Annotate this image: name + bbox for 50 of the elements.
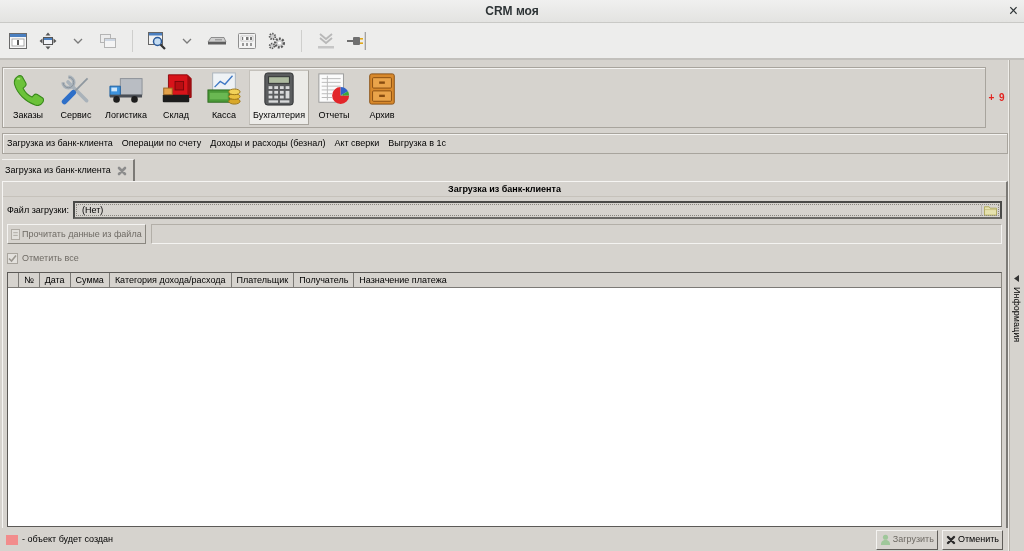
side-panel-tab[interactable]: Информация [1009, 275, 1024, 343]
cancel-button[interactable]: Отменить [941, 529, 1003, 550]
file-field[interactable]: (Нет) [73, 201, 1002, 219]
menu-item[interactable]: Акт сверки [334, 138, 380, 149]
keyboard-icon[interactable] [207, 36, 227, 45]
magnifier-icon[interactable] [148, 31, 166, 50]
module-tab[interactable]: Касса [201, 70, 247, 125]
window-icon[interactable] [9, 32, 27, 49]
module-tab[interactable]: Склад [153, 70, 199, 125]
move-icon[interactable] [39, 31, 57, 50]
menu-item[interactable]: Доходы и расходы (безнал) [210, 138, 326, 149]
document-tab[interactable]: Загрузка из банк-клиента [2, 159, 135, 181]
module-tab[interactable]: Архив [359, 70, 405, 125]
chevron-down-icon[interactable] [182, 37, 192, 44]
gears-icon[interactable] [268, 31, 286, 50]
column-header[interactable]: Плательщик [231, 273, 295, 287]
module-tab[interactable]: Бухгалтерия [249, 70, 309, 125]
column-header[interactable]: Назначение платежа [354, 273, 1001, 287]
text-field[interactable] [150, 224, 1002, 244]
money-icon [207, 72, 241, 107]
cross-icon [945, 534, 956, 545]
column-header[interactable]: Сумма [70, 273, 110, 287]
panel-title: Загрузка из банк-клиента [3, 182, 1006, 197]
document-icon [11, 228, 20, 240]
legend-text: - объект будет создан [22, 534, 114, 545]
module-tab[interactable]: Заказы [5, 70, 51, 125]
person-icon [879, 534, 891, 545]
report-chart-icon [317, 72, 351, 107]
arrow-icon[interactable] [1014, 275, 1019, 282]
module-tab[interactable]: Отчеты [311, 70, 357, 125]
module-tab[interactable]: Сервис [53, 70, 99, 125]
column-header[interactable]: Дата [39, 273, 71, 287]
column-header[interactable]: Получатель [294, 273, 355, 287]
plug-icon[interactable] [346, 31, 366, 50]
window-title: CRM моя [485, 3, 539, 20]
menu-item[interactable]: Загрузка из банк-клиента [7, 138, 113, 149]
column-header[interactable]: Категория дохода/расхода [109, 273, 232, 287]
menu-item[interactable]: Выгрузка в 1с [388, 138, 446, 149]
notification-count: + 9 [987, 90, 1007, 105]
chevron-down-icon[interactable] [73, 37, 83, 44]
folder-icon[interactable] [984, 204, 997, 216]
close-icon[interactable] [116, 165, 127, 176]
column-header[interactable]: № [19, 273, 40, 287]
calculator-icon [262, 72, 296, 107]
module-tab[interactable]: Логистика [101, 70, 151, 125]
keypad-icon[interactable] [238, 32, 256, 49]
menu-item[interactable]: Операции по счету [121, 138, 202, 149]
close-button[interactable]: × [1002, 1, 1024, 21]
field-label: Файл загрузки: [7, 204, 70, 216]
phone-icon [12, 74, 44, 107]
